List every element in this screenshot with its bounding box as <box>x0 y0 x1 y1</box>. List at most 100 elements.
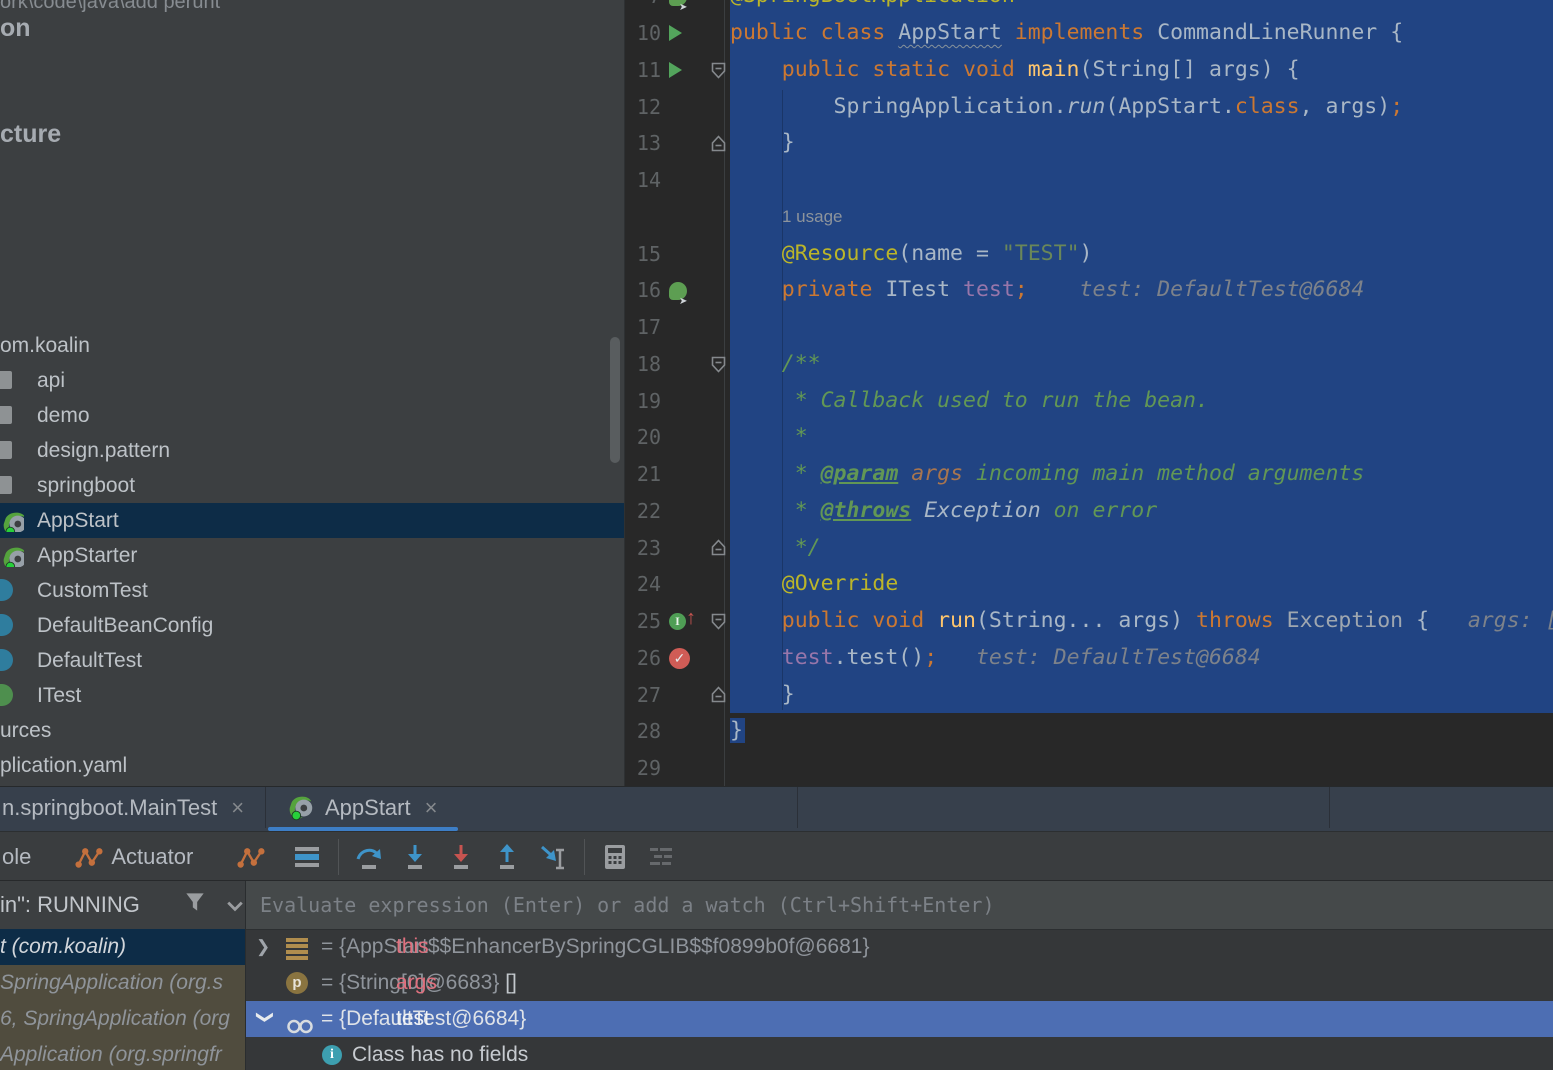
line-number: 11 <box>636 57 661 82</box>
tree-item-label: demo <box>37 403 90 427</box>
code-token: public class <box>730 20 899 45</box>
tab-appstart[interactable]: AppStart × <box>266 787 458 828</box>
line-number: 20 <box>636 425 661 450</box>
tree-item-api[interactable]: api <box>0 363 624 398</box>
variable-value-preview: [] <box>499 971 517 994</box>
fold-start-icon[interactable] <box>711 346 726 383</box>
project-tool-window: ork\code\java\add perunt on cture om.koa… <box>0 0 625 786</box>
tree-item-demo[interactable]: demo <box>0 398 624 433</box>
tree-item-om-koalin[interactable]: om.koalin <box>0 328 624 363</box>
tree-item-label: ITest <box>37 683 82 707</box>
variable-row-this[interactable]: ❯ this = {AppStart$$EnhancerBySpringCGLIB… <box>246 929 1553 965</box>
evaluate-expression-icon[interactable] <box>599 841 631 873</box>
gutter-row: 22 <box>625 493 730 530</box>
frames-bars-icon[interactable] <box>291 841 323 873</box>
bean-icon: ➤ <box>669 272 687 309</box>
frame-label: t <box>0 935 12 958</box>
chevron-right-icon[interactable]: ❯ <box>256 929 274 965</box>
breakpoint-icon[interactable]: ✓ <box>669 640 690 677</box>
filter-icon[interactable] <box>182 889 208 921</box>
fold-end-icon[interactable] <box>711 677 726 714</box>
code-line: * Callback used to run the bean. <box>730 383 1553 420</box>
tree-item-customtest[interactable]: CustomTest <box>0 573 624 608</box>
tree-item-urces[interactable]: urces <box>0 713 624 748</box>
tab-appstart-label: AppStart <box>325 794 411 820</box>
run-icon[interactable] <box>669 52 682 89</box>
code-token: run <box>1066 93 1106 119</box>
code-token: Exception <box>1273 608 1404 633</box>
gutter-row: 12 <box>625 89 730 126</box>
thread-status-label: in": RUNNING <box>0 892 140 917</box>
gutter-row: 11 <box>625 52 730 89</box>
stack-frame-row[interactable]: Application (org.springfr <box>0 1037 245 1070</box>
fold-end-icon[interactable] <box>711 125 726 162</box>
tree-item-appstarter[interactable]: AppStarter <box>0 538 624 573</box>
fold-start-icon[interactable] <box>711 52 726 89</box>
step-over-icon[interactable] <box>353 841 385 873</box>
tree-item-itest[interactable]: ITest <box>0 678 624 713</box>
stack-frame-row[interactable]: 6, SpringApplication (org <box>0 1001 245 1037</box>
line-number: 21 <box>636 462 661 486</box>
fold-end-icon[interactable] <box>711 530 726 567</box>
tree-item-label: plication.yaml <box>0 753 128 777</box>
code-line: * <box>730 419 1553 456</box>
stack-frame-row[interactable]: SpringApplication (org.s <box>0 965 245 1001</box>
variable-row-args[interactable]: p args = {String[0]@6683} [] <box>246 965 1553 1001</box>
code-token: ITest <box>872 277 963 303</box>
gutter-row: 27 <box>625 677 730 714</box>
step-into-icon[interactable] <box>399 841 431 873</box>
code-token: @SpringBootApplication <box>730 0 1015 8</box>
actuator-tab-label[interactable]: Actuator <box>111 844 193 870</box>
close-icon[interactable]: × <box>425 795 438 821</box>
code-line: @Override <box>730 566 1553 603</box>
code-line: } <box>730 677 1553 714</box>
variable-row-test[interactable]: ❯ test = {DefaultTest@6684} <box>246 1001 1553 1037</box>
line-number: 10 <box>636 21 661 45</box>
frame-package: (org.springfr <box>108 1043 222 1066</box>
force-step-into-icon[interactable] <box>445 841 477 873</box>
line-number: 17 <box>636 315 661 339</box>
tree-item-plication-yaml[interactable]: plication.yaml <box>0 748 624 783</box>
code-editor[interactable]: 7➤10111213141516➤171819202122232425I↑26✓… <box>625 0 1553 786</box>
tree-item-design-pattern[interactable]: design.pattern <box>0 433 624 468</box>
code-token: } <box>730 130 795 156</box>
code-token: @throws <box>820 497 912 523</box>
stream-trace-icon[interactable] <box>645 841 677 873</box>
variable-text: test = {DefaultTest@6684} <box>321 1001 526 1037</box>
tree-scrollbar[interactable] <box>610 337 620 463</box>
package-icon <box>0 405 12 424</box>
tree-item-label: om.koalin <box>0 333 90 357</box>
evaluate-expression-input[interactable] <box>258 881 1542 929</box>
code-token: */ <box>730 534 821 560</box>
console-tab-partial[interactable]: ole <box>2 844 31 870</box>
actuator-icon[interactable] <box>235 841 267 873</box>
tree-item-defaulttest[interactable]: DefaultTest <box>0 643 624 678</box>
equals-sign: = <box>321 1007 340 1030</box>
debug-toolbar: ole Actuator <box>0 831 1553 881</box>
gutter-row: 10 <box>625 15 730 52</box>
fold-start-icon[interactable] <box>711 603 726 640</box>
frame-package: (com.koalin) <box>11 935 127 958</box>
chevron-down-icon[interactable] <box>226 892 244 918</box>
gutter-row: 15 <box>625 236 730 273</box>
close-icon[interactable]: × <box>231 795 244 821</box>
chevron-down-icon[interactable]: ❯ <box>247 1010 283 1028</box>
step-out-icon[interactable] <box>491 841 523 873</box>
stack-frame-row[interactable]: t (com.koalin) <box>0 929 245 965</box>
code-token: private <box>730 277 873 303</box>
actuator-icon[interactable] <box>73 841 105 873</box>
evaluate-expression-box <box>246 881 1553 930</box>
run-to-cursor-icon[interactable] <box>537 841 569 873</box>
tab-maintest[interactable]: n.springboot.MainTest × <box>0 787 267 828</box>
variable-value: {DefaultTest@6684} <box>339 1007 527 1030</box>
tree-item-defaultbeanconfig[interactable]: DefaultBeanConfig <box>0 608 624 643</box>
threads-header: in": RUNNING <box>0 881 245 929</box>
tree-item-label: springboot <box>37 473 136 497</box>
run-icon[interactable] <box>669 15 682 52</box>
tree-item-springboot[interactable]: springboot <box>0 468 624 503</box>
tree-item-appstart[interactable]: AppStart <box>0 502 624 538</box>
variables-panel: ❯ this = {AppStart$$EnhancerBySpringCGLIB… <box>246 881 1553 1070</box>
